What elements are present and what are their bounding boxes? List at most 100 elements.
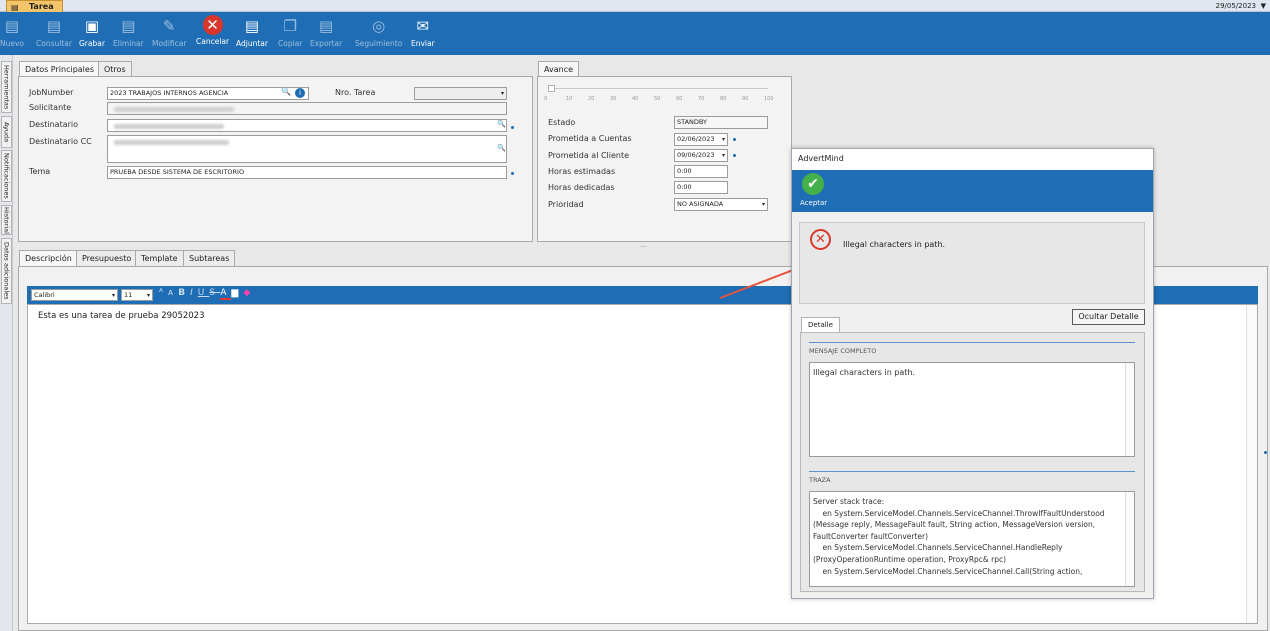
side-tab-2[interactable]: Notificaciones bbox=[1, 150, 12, 202]
destinatario-cc-field[interactable] bbox=[107, 135, 507, 163]
check-icon[interactable]: ✔ bbox=[802, 173, 824, 195]
toolbar-button-copiar[interactable]: ❐ Copiar bbox=[278, 12, 302, 55]
splitter-handle[interactable]: … bbox=[640, 241, 647, 249]
toolbar-button-modificar[interactable]: ✎ Modificar bbox=[152, 12, 186, 55]
format-buttons[interactable]: ᴬᴀBIUSA▆◆ bbox=[159, 288, 255, 300]
tab-subtareas[interactable]: Subtareas bbox=[183, 250, 236, 266]
toolbar-button-nuevo[interactable]: ▤ Nuevo bbox=[0, 12, 24, 55]
scrollbar[interactable] bbox=[1125, 492, 1134, 586]
toolbar-button-seguimiento[interactable]: ◎ Seguimiento bbox=[355, 12, 402, 55]
toolbar-button-eliminar[interactable]: ▤ Eliminar bbox=[113, 12, 144, 55]
search-icon[interactable]: 🔍 bbox=[281, 87, 291, 96]
tab-avance[interactable]: Avance bbox=[538, 61, 580, 77]
toolbar-button-grabar[interactable]: ▣ Grabar bbox=[79, 12, 105, 55]
chevron-down-icon: ▾ bbox=[500, 90, 504, 97]
slider-tick-label: 60 bbox=[676, 96, 683, 102]
cancel-icon: ✕ bbox=[202, 15, 223, 35]
toolbar-button-adjuntar[interactable]: ▤ Adjuntar bbox=[236, 12, 268, 55]
error-summary: ✕ Illegal characters in path. bbox=[799, 222, 1145, 304]
slider-tick-label: 90 bbox=[742, 96, 749, 102]
highlight-icon[interactable]: ▆ bbox=[231, 288, 243, 298]
editor-text: Esta es una tarea de prueba 29052023 bbox=[38, 311, 205, 321]
search-icon[interactable]: 🔍 bbox=[497, 120, 506, 128]
toolbar-button-label: Grabar bbox=[79, 39, 105, 48]
slider-tick-label: 10 bbox=[566, 96, 573, 102]
new-doc-icon: ▤ bbox=[4, 17, 20, 35]
date-display: 29/05/2023 bbox=[1215, 2, 1256, 10]
chevron-down-icon: ▾ bbox=[761, 201, 765, 208]
toolbar-button-label: Seguimiento bbox=[355, 39, 403, 48]
required-dot bbox=[733, 138, 736, 141]
strikethrough-icon[interactable]: S bbox=[209, 288, 220, 298]
redacted-text bbox=[114, 140, 229, 145]
font-select[interactable]: Calibri ▾ bbox=[31, 289, 118, 301]
chevron-down-icon: ▾ bbox=[721, 136, 725, 143]
slider-track bbox=[548, 88, 768, 89]
solicitante-field[interactable] bbox=[107, 102, 507, 115]
tema-field[interactable]: PRUEBA DESDE SISTEMA DE ESCRITORIO bbox=[107, 166, 507, 179]
destinatario-cc-label: Destinatario CC bbox=[29, 137, 92, 146]
slider-thumb[interactable] bbox=[548, 85, 555, 92]
tab-descripción[interactable]: Descripción bbox=[19, 250, 78, 266]
prometida-cliente-date[interactable]: 09/06/2023 ▾ bbox=[674, 149, 728, 162]
chevron-down-icon: ▾ bbox=[111, 292, 115, 299]
toolbar-button-consultar[interactable]: ▤ Consultar bbox=[36, 12, 72, 55]
slider-tick-label: 80 bbox=[720, 96, 727, 102]
horas-dedicadas-field[interactable]: 0:00 bbox=[674, 181, 728, 194]
trace-text[interactable]: Server stack trace: en System.ServiceMod… bbox=[809, 491, 1135, 587]
bold-icon[interactable]: B bbox=[178, 288, 190, 298]
side-tab-1[interactable]: Ayuda bbox=[1, 116, 12, 148]
tab-detalle[interactable]: Detalle bbox=[801, 317, 840, 333]
clear-format-icon[interactable]: ◆ bbox=[243, 288, 255, 298]
destinatario-label: Destinatario bbox=[29, 120, 79, 129]
section-divider bbox=[809, 471, 1135, 472]
tab-datos-principales[interactable]: Datos Principales bbox=[19, 61, 100, 77]
toolbar-button-label: Copiar bbox=[278, 39, 303, 48]
tab-template[interactable]: Template bbox=[135, 250, 184, 266]
accept-button-label[interactable]: Aceptar bbox=[800, 199, 827, 207]
shrink-font-icon[interactable]: ᴀ bbox=[168, 288, 178, 298]
toolbar-button-enviar[interactable]: ✉ Enviar bbox=[411, 12, 435, 55]
font-size-select[interactable]: 11 ▾ bbox=[121, 289, 153, 301]
full-message-text[interactable]: Illegal characters in path. bbox=[809, 362, 1135, 457]
heart-icon[interactable]: ▼ bbox=[1261, 0, 1266, 12]
redacted-text bbox=[114, 124, 224, 129]
nro-tarea-field[interactable]: ▾ bbox=[414, 87, 507, 100]
toolbar-button-cancelar[interactable]: ✕ Cancelar bbox=[196, 12, 229, 55]
jobnumber-field[interactable]: 2023 TRABAJOS INTERNOS AGENCIA bbox=[107, 87, 309, 100]
toolbar-button-exportar[interactable]: ▤ Exportar bbox=[310, 12, 342, 55]
slider-tick-label: 30 bbox=[610, 96, 617, 102]
grow-font-icon[interactable]: ᴬ bbox=[159, 288, 168, 298]
tab-otros[interactable]: Otros bbox=[98, 61, 132, 77]
prometida-cuentas-label: Prometida a Cuentas bbox=[548, 134, 632, 143]
datos-principales-panel: JobNumber 2023 TRABAJOS INTERNOS AGENCIA… bbox=[18, 76, 533, 242]
underline-icon[interactable]: U bbox=[198, 288, 210, 298]
edit-doc-icon: ✎ bbox=[162, 17, 176, 35]
search-icon[interactable]: 🔍 bbox=[497, 144, 506, 152]
side-tab-3[interactable]: Historial bbox=[1, 205, 12, 235]
destinatario-field[interactable] bbox=[107, 119, 507, 132]
scrollbar[interactable] bbox=[1125, 363, 1134, 456]
editor-scrollbar[interactable] bbox=[1246, 305, 1257, 623]
full-message-value: Illegal characters in path. bbox=[813, 368, 916, 377]
title-strip bbox=[0, 0, 1270, 12]
estado-field[interactable]: STANDBY bbox=[674, 116, 768, 129]
prometida-cuentas-date[interactable]: 02/06/2023 ▾ bbox=[674, 133, 728, 146]
document-tab[interactable]: ▤ Tarea bbox=[6, 0, 63, 12]
side-tab-0[interactable]: Herramientas bbox=[1, 61, 12, 113]
slider-tick-label: 50 bbox=[654, 96, 661, 102]
slider-tick-label: 70 bbox=[698, 96, 705, 102]
side-tab-4[interactable]: Datos adicionales bbox=[1, 238, 12, 304]
horas-estimadas-field[interactable]: 0:00 bbox=[674, 165, 728, 178]
tema-label: Tema bbox=[29, 167, 51, 176]
info-icon[interactable]: i bbox=[295, 88, 305, 98]
italic-icon[interactable]: I bbox=[190, 288, 198, 298]
toolbar-button-label: Consultar bbox=[36, 39, 72, 48]
date-value: 09/06/2023 bbox=[677, 151, 715, 159]
tab-presupuesto[interactable]: Presupuesto bbox=[76, 250, 138, 266]
progress-slider[interactable]: 0 10 20 30 40 50 60 70 80 90 100 bbox=[544, 85, 774, 105]
hide-detail-button[interactable]: Ocultar Detalle bbox=[1072, 309, 1145, 325]
prioridad-select[interactable]: NO ASIGNADA ▾ bbox=[674, 198, 768, 211]
font-color-icon[interactable]: A bbox=[220, 288, 232, 300]
prioridad-label: Prioridad bbox=[548, 200, 584, 209]
